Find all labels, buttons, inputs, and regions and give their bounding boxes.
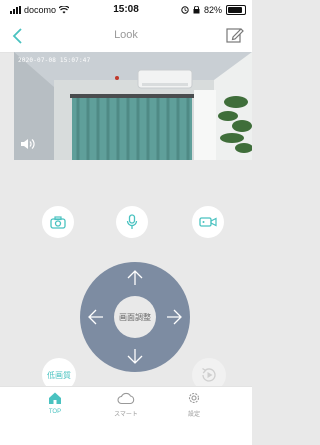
arrow-up-icon[interactable]: [124, 266, 146, 288]
tab-top-label: TOP: [48, 409, 62, 415]
tab-top[interactable]: TOP: [25, 391, 85, 415]
home-icon: [49, 392, 61, 404]
tab-settings-label: 設定: [187, 412, 200, 418]
speaker-icon[interactable]: [20, 138, 36, 150]
gear-icon: [188, 392, 200, 404]
video-timestamp: 2020-07-08 15:07:47: [18, 57, 91, 64]
arrow-right-icon[interactable]: [164, 306, 186, 328]
camera-feed[interactable]: 2020-07-08 15:07:47: [14, 52, 252, 160]
nav-bar: Look: [0, 20, 252, 53]
screen-adjust-button[interactable]: 画面調整: [114, 296, 156, 338]
tab-settings[interactable]: 設定: [164, 391, 224, 418]
edit-icon[interactable]: [226, 26, 244, 44]
camera-icon: [50, 215, 66, 229]
low-quality-label: 低画質: [47, 370, 71, 380]
microphone-button[interactable]: [116, 206, 148, 238]
tab-smart[interactable]: スマート: [96, 391, 156, 418]
cloud-icon: [117, 392, 135, 405]
alarm-icon: [181, 6, 189, 14]
camera-feed-image: [14, 52, 252, 160]
page-title: Look: [114, 29, 138, 41]
arrow-down-icon[interactable]: [124, 346, 146, 368]
tab-smart-label: スマート: [114, 412, 138, 418]
tab-bar: TOP スマート 設定: [0, 386, 252, 445]
battery-percent: 82%: [203, 5, 222, 15]
record-video-button[interactable]: [192, 206, 224, 238]
status-bar: docomo 15:08 82%: [0, 0, 252, 20]
status-right: 82%: [181, 5, 246, 15]
orientation-lock-icon: [193, 6, 200, 14]
direction-pad: 画面調整: [80, 262, 190, 372]
playback-icon: [202, 367, 216, 382]
microphone-icon: [126, 214, 138, 229]
arrow-left-icon[interactable]: [84, 306, 106, 328]
battery-icon: [226, 5, 246, 15]
video-record-icon: [199, 217, 217, 227]
snapshot-button[interactable]: [42, 206, 74, 238]
